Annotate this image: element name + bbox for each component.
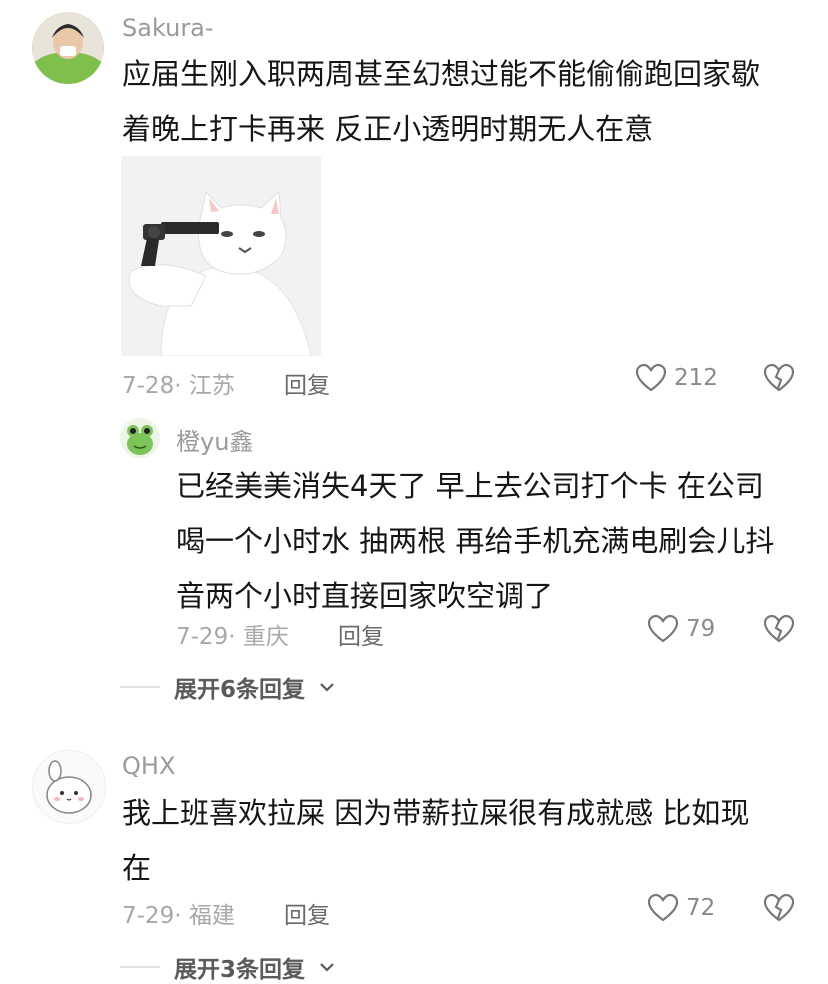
like-button[interactable]: 72 bbox=[648, 894, 715, 922]
dislike-button[interactable] bbox=[764, 364, 794, 392]
dislike-button[interactable] bbox=[764, 894, 794, 922]
broken-heart-icon bbox=[764, 615, 794, 643]
divider bbox=[120, 686, 160, 688]
comment-text: 我上班喜欢拉屎 因为带薪拉屎很有成就感 比如现 在 bbox=[122, 786, 749, 896]
expand-replies-button[interactable]: 展开3条回复 bbox=[120, 950, 335, 984]
comment-text-line: 着晚上打卡再来 反正小透明时期无人在意 bbox=[122, 112, 654, 146]
cat-with-gun-sticker-icon bbox=[121, 156, 321, 356]
like-count: 72 bbox=[686, 895, 716, 921]
like-button[interactable]: 79 bbox=[648, 615, 715, 643]
reply-text-line: 已经美美消失4天了 早上去公司打个卡 在公司 bbox=[176, 469, 764, 503]
chevron-down-icon bbox=[320, 683, 334, 692]
green-frog-avatar-icon bbox=[120, 418, 160, 458]
reply-text: 已经美美消失4天了 早上去公司打个卡 在公司 喝一个小时水 抽两根 再给手机充满… bbox=[176, 459, 774, 624]
broken-heart-icon bbox=[764, 364, 794, 392]
expand-replies-button[interactable]: 展开6条回复 bbox=[120, 670, 335, 704]
heart-icon bbox=[636, 364, 666, 392]
like-count: 79 bbox=[686, 616, 716, 642]
cartoon-bunny-avatar-icon bbox=[33, 751, 105, 823]
comment-text-line: 我上班喜欢拉屎 因为带薪拉屎很有成就感 比如现 bbox=[122, 796, 750, 830]
avatar[interactable] bbox=[32, 12, 104, 84]
comment-text: 应届生刚入职两周甚至幻想过能不能偷偷跑回家歇 着晚上打卡再来 反正小透明时期无人… bbox=[122, 47, 760, 157]
comment-username[interactable]: Sakura- bbox=[122, 14, 214, 42]
heart-icon bbox=[648, 894, 678, 922]
reply-button[interactable]: 回复 bbox=[338, 617, 384, 651]
comment-username[interactable]: QHX bbox=[122, 752, 175, 780]
divider bbox=[120, 966, 160, 968]
comment-text-line: 应届生刚入职两周甚至幻想过能不能偷偷跑回家歇 bbox=[122, 57, 761, 91]
reply-meta: 7-29· 重庆 bbox=[176, 624, 289, 650]
expand-replies-label: 展开6条回复 bbox=[174, 677, 306, 703]
avatar-photo-icon bbox=[32, 12, 104, 84]
broken-heart-icon bbox=[764, 894, 794, 922]
reply-avatar[interactable] bbox=[120, 418, 160, 458]
reply-username[interactable]: 橙yu鑫 bbox=[176, 422, 253, 457]
like-button[interactable]: 212 bbox=[636, 364, 718, 392]
dislike-button[interactable] bbox=[764, 615, 794, 643]
comment-text-line: 在 bbox=[122, 851, 152, 885]
like-count: 212 bbox=[674, 365, 718, 391]
reply-button[interactable]: 回复 bbox=[284, 366, 330, 400]
comment-image[interactable] bbox=[121, 156, 321, 356]
comment-meta: 7-28· 江苏 bbox=[122, 373, 235, 399]
reply-button[interactable]: 回复 bbox=[284, 896, 330, 930]
chevron-down-icon bbox=[320, 963, 334, 972]
reply-text-line: 喝一个小时水 抽两根 再给手机充满电刷会儿抖 bbox=[176, 524, 775, 558]
comment-meta: 7-29· 福建 bbox=[122, 903, 235, 929]
heart-icon bbox=[648, 615, 678, 643]
expand-replies-label: 展开3条回复 bbox=[174, 957, 306, 983]
avatar[interactable] bbox=[32, 750, 106, 824]
